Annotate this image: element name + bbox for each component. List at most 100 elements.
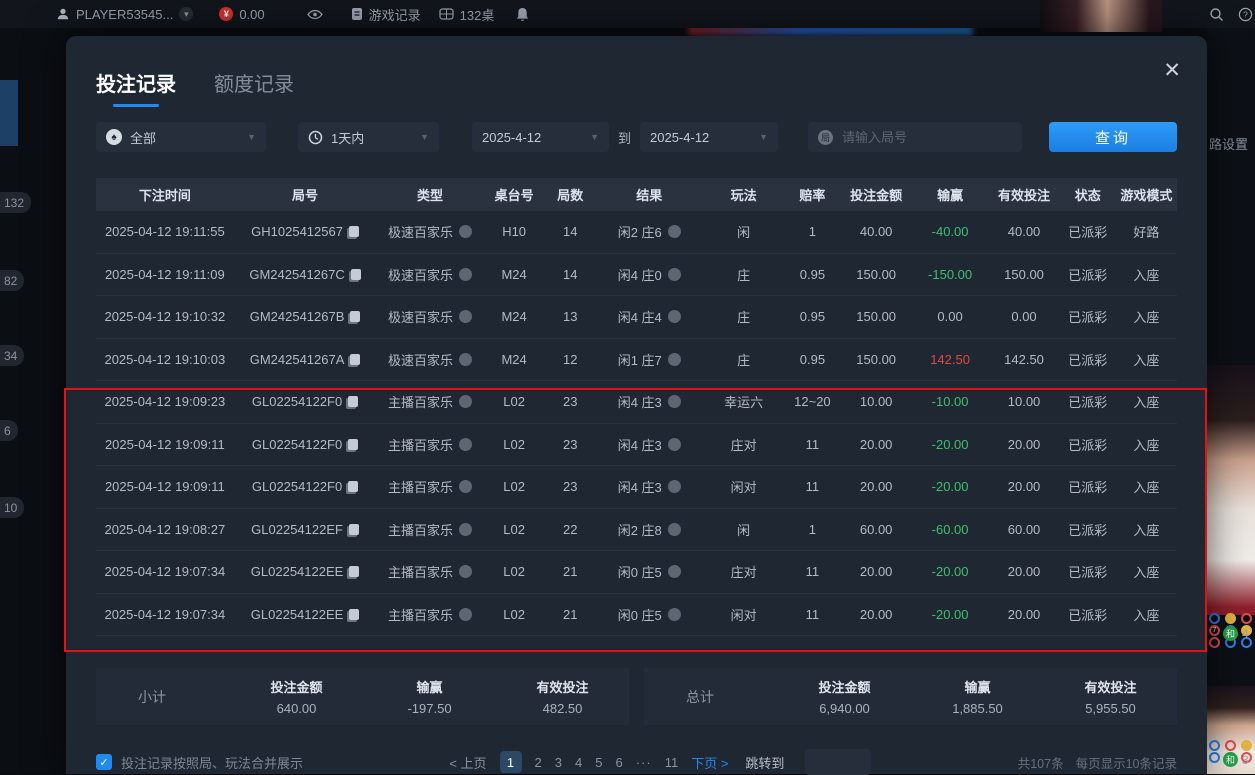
win-loss: -20.00	[912, 479, 988, 494]
dealer-photo	[1207, 365, 1255, 615]
close-icon[interactable]: ✕	[1163, 60, 1181, 81]
pagination-page-4[interactable]: 4	[575, 755, 582, 770]
game-type-select[interactable]: ♠ 全部 ▼	[96, 122, 266, 152]
copy-icon[interactable]	[348, 481, 358, 492]
visibility-toggle[interactable]	[307, 9, 323, 20]
game-type-info-icon[interactable]	[459, 565, 472, 578]
result-detail-icon[interactable]	[668, 225, 681, 238]
balance-display[interactable]: ¥ 0.00	[219, 7, 264, 22]
odds: 11	[784, 564, 840, 579]
game-type-info-icon[interactable]	[459, 310, 472, 323]
pagination-page-1[interactable]: 1	[500, 751, 522, 773]
copy-icon[interactable]	[349, 226, 359, 237]
status-badge: 已派彩	[1060, 392, 1116, 411]
total-label: 总计	[686, 687, 778, 707]
pagination-next[interactable]: 下页 >	[691, 753, 728, 772]
pagination-page-11[interactable]: 11	[665, 755, 679, 770]
result-detail-icon[interactable]	[668, 310, 681, 323]
table-row: 2025-04-12 19:07:34GL02254122EE主播百家乐L022…	[96, 551, 1177, 594]
sidebar-count-badge: 6	[0, 420, 18, 441]
bet-time: 2025-04-12 19:11:09	[96, 267, 234, 282]
game-type-info-icon[interactable]	[459, 608, 472, 621]
copy-icon[interactable]	[350, 311, 360, 322]
notifications[interactable]	[516, 7, 529, 22]
background-dealer-photo-top	[1040, 0, 1162, 32]
result-detail-icon[interactable]	[668, 438, 681, 451]
search-action[interactable]	[1209, 7, 1224, 22]
tab-credit-records[interactable]: 额度记录	[214, 68, 294, 97]
help-action[interactable]: ?	[1238, 7, 1253, 22]
round-id: GM242541267A	[250, 352, 345, 367]
pagination-prev[interactable]: < 上页	[449, 753, 486, 772]
chevron-down-icon[interactable]: ▾	[179, 7, 193, 21]
result-detail-icon[interactable]	[668, 395, 681, 408]
game-type: 极速百家乐	[388, 307, 453, 326]
nav-tables[interactable]: 132桌	[439, 5, 495, 24]
game-type-info-icon[interactable]	[459, 225, 472, 238]
result-detail-icon[interactable]	[668, 268, 681, 281]
coin-icon: ¥	[219, 7, 233, 21]
copy-icon[interactable]	[349, 524, 359, 535]
table-row: 2025-04-12 19:10:03GM242541267A极速百家乐M241…	[96, 339, 1177, 382]
subtotal-valid: 482.50	[496, 701, 629, 716]
table-number: M24	[484, 267, 545, 282]
copy-icon[interactable]	[349, 566, 359, 577]
subtotal-label: 小计	[138, 687, 230, 707]
game-type-info-icon[interactable]	[459, 480, 472, 493]
game-type-info-icon[interactable]	[459, 438, 472, 451]
game-type-info-icon[interactable]	[459, 268, 472, 281]
copy-icon[interactable]	[348, 396, 358, 407]
bet-amount: 150.00	[840, 309, 911, 324]
question-icon: ?	[1238, 7, 1253, 22]
win-loss: 142.50	[912, 352, 988, 367]
game-type-info-icon[interactable]	[459, 395, 472, 408]
game-type: 主播百家乐	[388, 435, 453, 454]
round-count: 23	[545, 437, 596, 452]
result-cell: 闲2 庄8	[596, 520, 703, 539]
pagination: < 上页 123456···11 下页 > 跳转到	[449, 749, 871, 775]
result-detail-icon[interactable]	[668, 565, 681, 578]
result-detail-icon[interactable]	[668, 608, 681, 621]
bet-amount: 20.00	[840, 607, 911, 622]
copy-icon[interactable]	[350, 354, 360, 365]
game-type-info-icon[interactable]	[459, 353, 472, 366]
table-body: 2025-04-12 19:11:55GH1025412567极速百家乐H101…	[96, 211, 1177, 636]
pagination-page-5[interactable]: 5	[595, 755, 602, 770]
tab-betting-records[interactable]: 投注记录	[96, 68, 176, 107]
copy-icon[interactable]	[351, 269, 361, 280]
game-type-info-icon[interactable]	[459, 523, 472, 536]
road-settings-label: 路设置	[1209, 134, 1248, 153]
time-range-select[interactable]: 1天内 ▼	[298, 122, 439, 152]
bet-play-type: 闲对	[703, 605, 785, 624]
round-count: 21	[545, 607, 596, 622]
pagination-page-3[interactable]: 3	[555, 755, 562, 770]
game-mode: 入座	[1116, 435, 1177, 454]
person-icon	[56, 7, 70, 21]
result-cell: 闲0 庄5	[596, 605, 703, 624]
bet-amount: 40.00	[840, 224, 911, 239]
betting-records-modal: ✕ 投注记录 额度记录 ♠ 全部 ▼ 1天内 ▼ 2025-4-12 ▼ 到 2…	[66, 36, 1207, 774]
result-detail-icon[interactable]	[668, 523, 681, 536]
column-header: 有效投注	[988, 185, 1059, 204]
player-account-menu[interactable]: PLAYER53545... ▾	[56, 7, 193, 22]
copy-icon[interactable]	[349, 609, 359, 620]
copy-icon[interactable]	[348, 439, 358, 450]
merge-checkbox[interactable]: ✓	[96, 754, 112, 770]
pagination-page-6[interactable]: 6	[615, 755, 622, 770]
result-detail-icon[interactable]	[668, 353, 681, 366]
result-detail-icon[interactable]	[668, 480, 681, 493]
background-left-strip: 1328234610	[0, 0, 66, 774]
nav-game-records[interactable]: 游戏记录	[351, 5, 421, 24]
round-search-input[interactable]	[840, 129, 1012, 146]
total-valid-title: 有效投注	[1044, 677, 1177, 696]
search-button[interactable]: 查询	[1049, 122, 1177, 152]
table-number: L02	[484, 479, 545, 494]
game-type-cell: 主播百家乐	[376, 435, 483, 454]
jump-to-input[interactable]	[805, 749, 871, 775]
date-from-picker[interactable]: 2025-4-12 ▼	[472, 122, 609, 152]
game-type: 极速百家乐	[388, 350, 453, 369]
date-to-picker[interactable]: 2025-4-12 ▼	[640, 122, 778, 152]
valid-bet: 142.50	[988, 352, 1059, 367]
pagination-page-2[interactable]: 2	[535, 755, 542, 770]
bet-time: 2025-04-12 19:10:03	[96, 352, 234, 367]
